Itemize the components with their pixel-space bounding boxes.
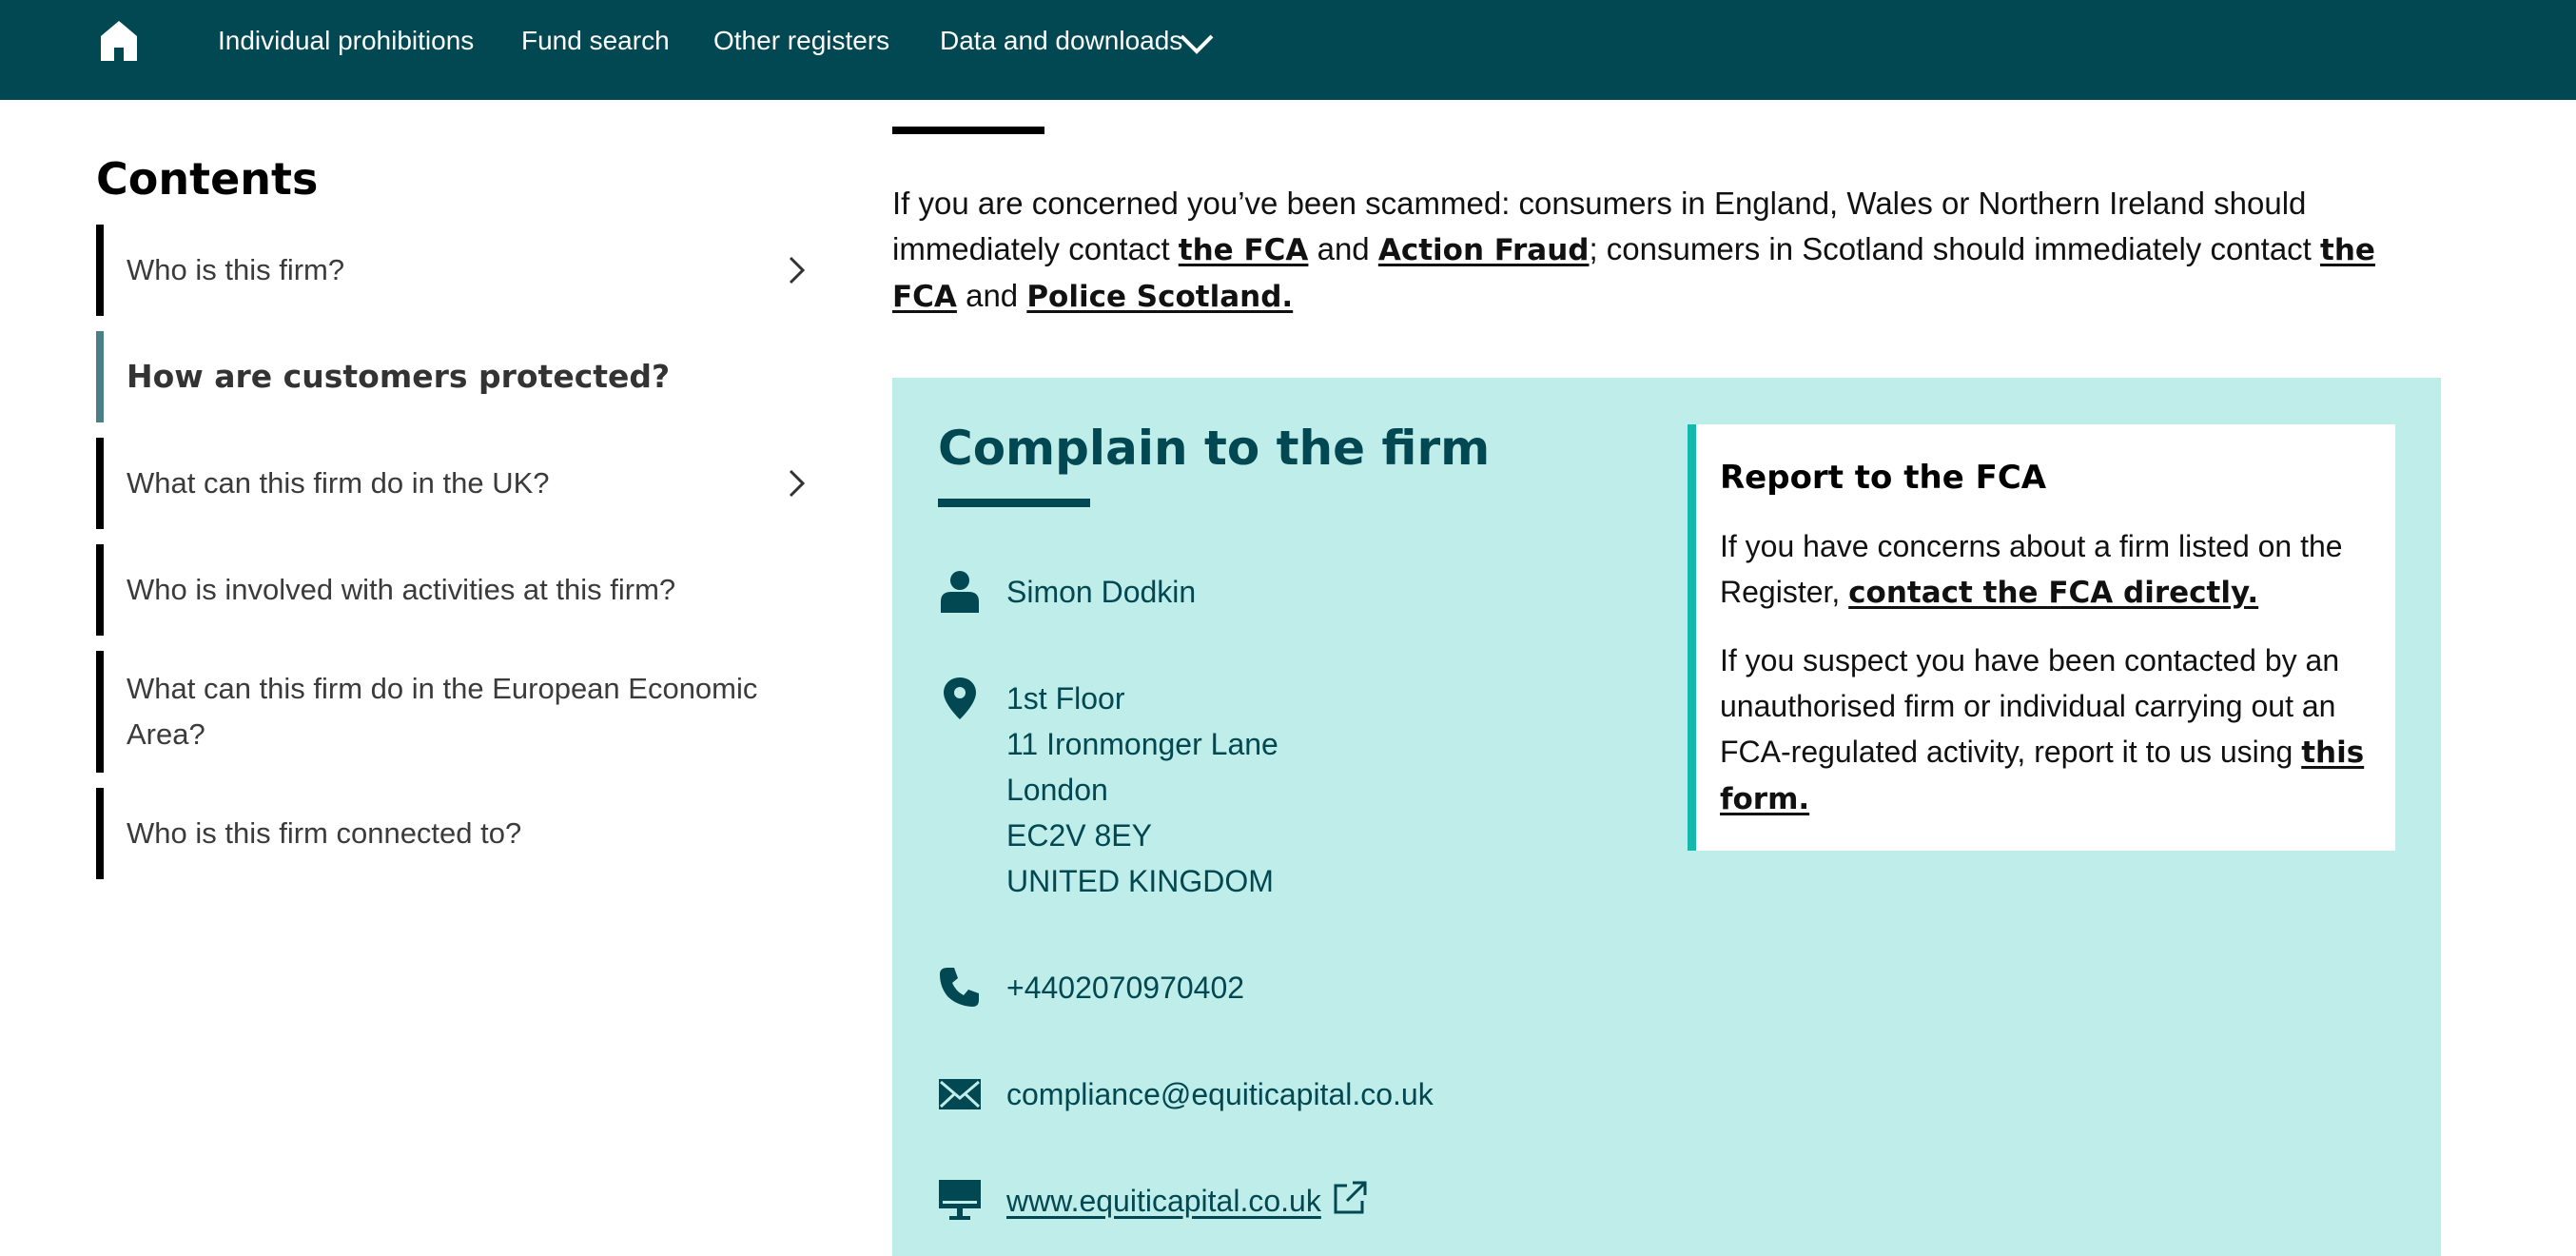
sidebar-item-who-is-involved[interactable]: Who is involved with activities at this … <box>96 544 815 636</box>
computer-icon <box>939 1180 981 1220</box>
sidebar-item-label: Who is this firm connected to? <box>127 816 522 850</box>
report-paragraph: If you have concerns about a firm listed… <box>1720 523 2376 616</box>
link-the-fca[interactable]: the FCA <box>1179 233 1309 267</box>
location-pin-icon <box>944 677 976 719</box>
sidebar-item-label: Who is this firm? <box>127 253 345 286</box>
scam-notice-text: ; consumers in Scotland should immediate… <box>1589 231 2321 266</box>
link-police-scotland[interactable]: Police Scotland. <box>1026 280 1293 314</box>
sidebar-item-eea-permissions[interactable]: What can this firm do in the European Ec… <box>96 651 815 773</box>
chevron-right-icon <box>789 469 806 498</box>
complain-title-underline <box>938 499 1090 507</box>
envelope-icon <box>939 1079 981 1109</box>
report-text: If you suspect you have been contacted b… <box>1720 643 2340 769</box>
chevron-down-icon[interactable] <box>1176 29 1218 57</box>
nav-link-other-registers[interactable]: Other registers <box>713 25 889 57</box>
complain-title: Complain to the firm <box>938 421 1491 476</box>
address-line: 1st Floor <box>1006 681 1125 716</box>
link-contact-fca[interactable]: contact the FCA directly. <box>1848 576 2258 610</box>
address-line: EC2V 8EY <box>1006 818 1152 853</box>
sidebar-item-label: How are customers protected? <box>127 358 671 395</box>
address-line: London <box>1006 773 1108 807</box>
sidebar-item-who-is-this-firm[interactable]: Who is this firm? <box>96 225 815 316</box>
phone-icon <box>940 968 979 1007</box>
sidebar-item-customer-protection[interactable]: How are customers protected? <box>96 331 815 422</box>
nav-link-individual-prohibitions[interactable]: Individual prohibitions <box>218 25 474 57</box>
contact-name: Simon Dodkin <box>1006 575 1197 609</box>
sidebar-item-label: What can this firm do in the European Ec… <box>127 672 758 751</box>
link-action-fraud[interactable]: Action Fraud <box>1378 233 1590 267</box>
report-title: Report to the FCA <box>1720 459 2047 497</box>
nav-link-fund-search[interactable]: Fund search <box>521 25 670 57</box>
phone-number: +4402070970402 <box>1006 971 1245 1005</box>
home-icon[interactable] <box>99 19 139 63</box>
external-link-icon[interactable] <box>1332 1180 1368 1216</box>
address-line: UNITED KINGDOM <box>1006 864 1274 898</box>
website-link[interactable]: www.equiticapital.co.uk <box>1006 1178 1321 1224</box>
section-heading-underline <box>892 127 1044 134</box>
nav-link-data-and-downloads[interactable]: Data and downloads <box>940 25 1182 57</box>
scam-notice-text: and <box>1308 231 1378 266</box>
sidebar-item-label: Who is involved with activities at this … <box>127 573 676 606</box>
contents-title: Contents <box>96 153 319 205</box>
sidebar-item-uk-permissions[interactable]: What can this firm do in the UK? <box>96 438 815 529</box>
sidebar-item-label: What can this firm do in the UK? <box>127 466 550 500</box>
scam-notice: If you are concerned you’ve been scammed… <box>892 181 2414 320</box>
chevron-right-icon <box>789 256 806 285</box>
top-navigation: Individual prohibitions Fund search Othe… <box>0 0 2576 100</box>
scam-notice-text: and <box>956 278 1027 313</box>
address-line: 11 Ironmonger Lane <box>1006 727 1278 761</box>
sidebar-item-connected-firms[interactable]: Who is this firm connected to? <box>96 788 815 879</box>
report-paragraph: If you suspect you have been contacted b… <box>1720 638 2376 822</box>
email-address[interactable]: compliance@equiticapital.co.uk <box>1006 1071 1434 1117</box>
person-icon <box>941 571 979 613</box>
